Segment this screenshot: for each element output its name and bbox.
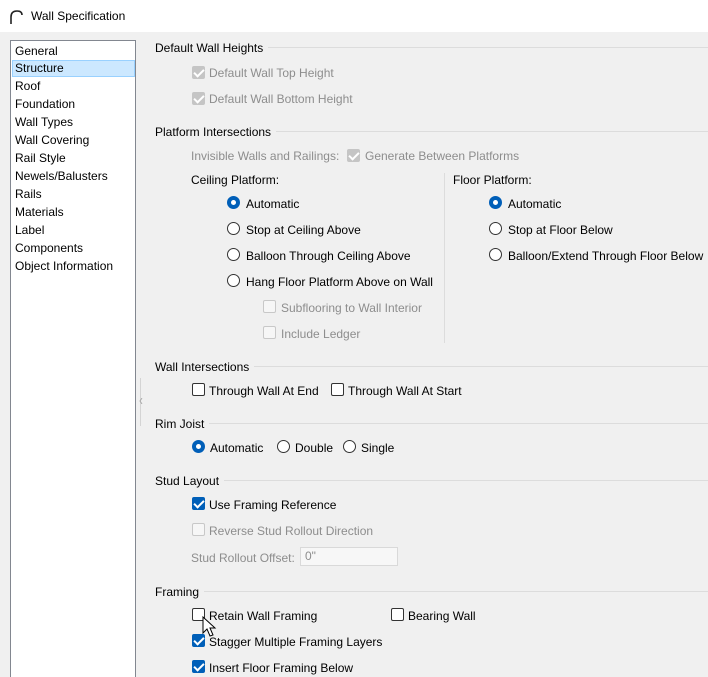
- generate-between-platforms-label: Generate Between Platforms: [365, 149, 520, 163]
- bearing-wall-checkbox[interactable]: [391, 608, 404, 621]
- through-wall-at-end-checkbox[interactable]: [192, 383, 205, 396]
- sidebar-item-wall-types[interactable]: Wall Types: [12, 114, 135, 131]
- section-divider: [155, 591, 708, 592]
- default-wall-top-height-checkbox[interactable]: [192, 66, 205, 79]
- window-title: Wall Specification: [31, 9, 126, 23]
- ceiling-hang-label: Hang Floor Platform Above on Wall: [246, 275, 433, 289]
- rim-joist-single-radio[interactable]: [343, 440, 356, 453]
- arch-icon: [10, 10, 23, 24]
- sidebar-item-object-information[interactable]: Object Information: [12, 258, 135, 275]
- insert-floor-framing-checkbox[interactable]: [192, 660, 205, 673]
- platform-column-divider: [444, 173, 445, 343]
- use-framing-reference-checkbox[interactable]: [192, 497, 205, 510]
- sidebar-item-structure[interactable]: Structure: [12, 60, 135, 77]
- section-title-platform-intersections: Platform Intersections: [155, 125, 277, 139]
- invisible-walls-label: Invisible Walls and Railings:: [191, 149, 340, 163]
- sidebar-item-rails[interactable]: Rails: [12, 186, 135, 203]
- section-title-framing: Framing: [155, 585, 205, 599]
- splitter-grip-icon[interactable]: [139, 398, 143, 404]
- floor-automatic-radio[interactable]: [489, 196, 502, 209]
- title-bar: Wall Specification: [0, 0, 708, 32]
- section-title-stud-layout: Stud Layout: [155, 474, 225, 488]
- ceiling-stop-radio[interactable]: [227, 222, 240, 235]
- sidebar-item-roof[interactable]: Roof: [12, 78, 135, 95]
- ceiling-balloon-label: Balloon Through Ceiling Above: [246, 249, 411, 263]
- floor-balloon-radio[interactable]: [489, 248, 502, 261]
- use-framing-reference-label: Use Framing Reference: [209, 498, 337, 512]
- through-wall-at-start-label: Through Wall At Start: [348, 384, 462, 398]
- sidebar-item-foundation[interactable]: Foundation: [12, 96, 135, 113]
- floor-stop-label: Stop at Floor Below: [508, 223, 613, 237]
- floor-automatic-label: Automatic: [508, 197, 562, 211]
- section-title-rim-joist: Rim Joist: [155, 417, 210, 431]
- sidebar-item-materials[interactable]: Materials: [12, 204, 135, 221]
- rim-joist-single-label: Single: [361, 441, 395, 455]
- floor-platform-heading: Floor Platform:: [453, 173, 532, 187]
- sidebar-item-newels-balusters[interactable]: Newels/Balusters: [12, 168, 135, 185]
- insert-floor-framing-label: Insert Floor Framing Below: [209, 661, 354, 675]
- floor-balloon-label: Balloon/Extend Through Floor Below: [508, 249, 704, 263]
- generate-between-platforms-checkbox[interactable]: [347, 149, 360, 162]
- through-wall-at-end-label: Through Wall At End: [209, 384, 319, 398]
- reverse-stud-rollout-checkbox[interactable]: [192, 523, 205, 536]
- rim-joist-automatic-label: Automatic: [210, 441, 264, 455]
- default-wall-bottom-height-label: Default Wall Bottom Height: [209, 92, 353, 106]
- section-divider: [155, 480, 708, 481]
- ceiling-stop-label: Stop at Ceiling Above: [246, 223, 361, 237]
- ceiling-hang-radio[interactable]: [227, 274, 240, 287]
- ceiling-balloon-radio[interactable]: [227, 248, 240, 261]
- stud-rollout-offset-input[interactable]: 0": [300, 547, 398, 566]
- default-wall-bottom-height-checkbox[interactable]: [192, 92, 205, 105]
- section-title-wall-intersections: Wall Intersections: [155, 360, 255, 374]
- retain-wall-framing-label: Retain Wall Framing: [209, 609, 318, 623]
- sidebar-item-label[interactable]: Label: [12, 222, 135, 239]
- sidebar-item-components[interactable]: Components: [12, 240, 135, 257]
- mouse-cursor-icon: [202, 616, 217, 637]
- reverse-stud-rollout-label: Reverse Stud Rollout Direction: [209, 524, 374, 538]
- stud-rollout-offset-label: Stud Rollout Offset:: [191, 551, 295, 565]
- stagger-framing-layers-label: Stagger Multiple Framing Layers: [209, 635, 383, 649]
- rim-joist-double-radio[interactable]: [277, 440, 290, 453]
- rim-joist-automatic-radio[interactable]: [192, 440, 205, 453]
- sidebar-item-wall-covering[interactable]: Wall Covering: [12, 132, 135, 149]
- section-divider: [155, 423, 708, 424]
- sidebar-item-general[interactable]: General: [12, 43, 135, 60]
- sidebar-item-rail-style[interactable]: Rail Style: [12, 150, 135, 167]
- subflooring-checkbox[interactable]: [263, 300, 276, 313]
- ceiling-platform-heading: Ceiling Platform:: [191, 173, 280, 187]
- rim-joist-double-label: Double: [295, 441, 334, 455]
- ceiling-automatic-label: Automatic: [246, 197, 300, 211]
- default-wall-top-height-label: Default Wall Top Height: [209, 66, 334, 80]
- section-title-default-wall-heights: Default Wall Heights: [155, 41, 269, 55]
- floor-stop-radio[interactable]: [489, 222, 502, 235]
- category-list[interactable]: General Structure Roof Foundation Wall T…: [10, 40, 136, 677]
- ceiling-automatic-radio[interactable]: [227, 196, 240, 209]
- include-ledger-checkbox[interactable]: [263, 326, 276, 339]
- include-ledger-label: Include Ledger: [281, 327, 361, 341]
- subflooring-label: Subflooring to Wall Interior: [281, 301, 422, 315]
- bearing-wall-label: Bearing Wall: [408, 609, 476, 623]
- through-wall-at-start-checkbox[interactable]: [331, 383, 344, 396]
